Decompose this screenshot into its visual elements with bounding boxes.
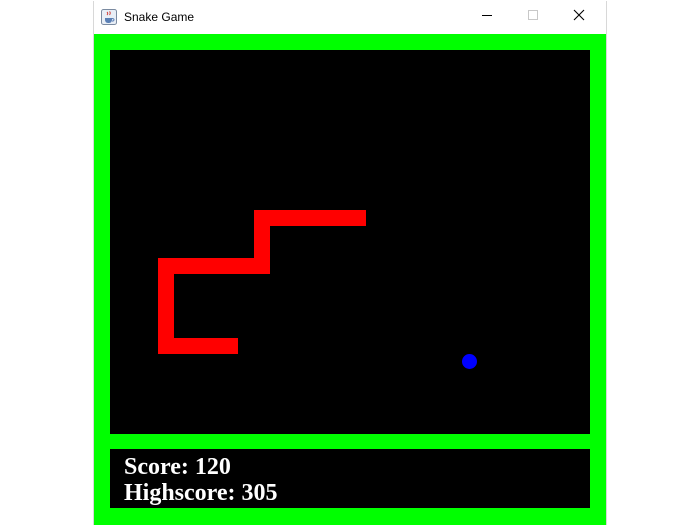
score-panel: Score: 120 Highscore: 305	[110, 449, 590, 508]
snake-segment	[254, 210, 366, 226]
snake-segment	[158, 338, 238, 354]
close-icon	[573, 8, 585, 26]
window-title: Snake Game	[124, 10, 195, 24]
game-board[interactable]	[110, 50, 590, 434]
maximize-icon	[527, 8, 539, 26]
snake-segment	[158, 258, 270, 274]
minimize-icon	[481, 8, 493, 26]
highscore-label: Highscore: 305	[124, 480, 278, 506]
minimize-button[interactable]	[464, 1, 510, 33]
title-bar[interactable]: Snake Game	[94, 1, 606, 33]
game-area: Score: 120 Highscore: 305	[94, 34, 606, 525]
game-window: Snake Game Score: 120 Highscore: 305	[93, 1, 607, 525]
java-cup-icon	[101, 9, 117, 25]
score-label: Score: 120	[124, 454, 231, 480]
maximize-button[interactable]	[510, 1, 556, 33]
close-button[interactable]	[556, 1, 602, 33]
food-dot	[462, 354, 477, 369]
